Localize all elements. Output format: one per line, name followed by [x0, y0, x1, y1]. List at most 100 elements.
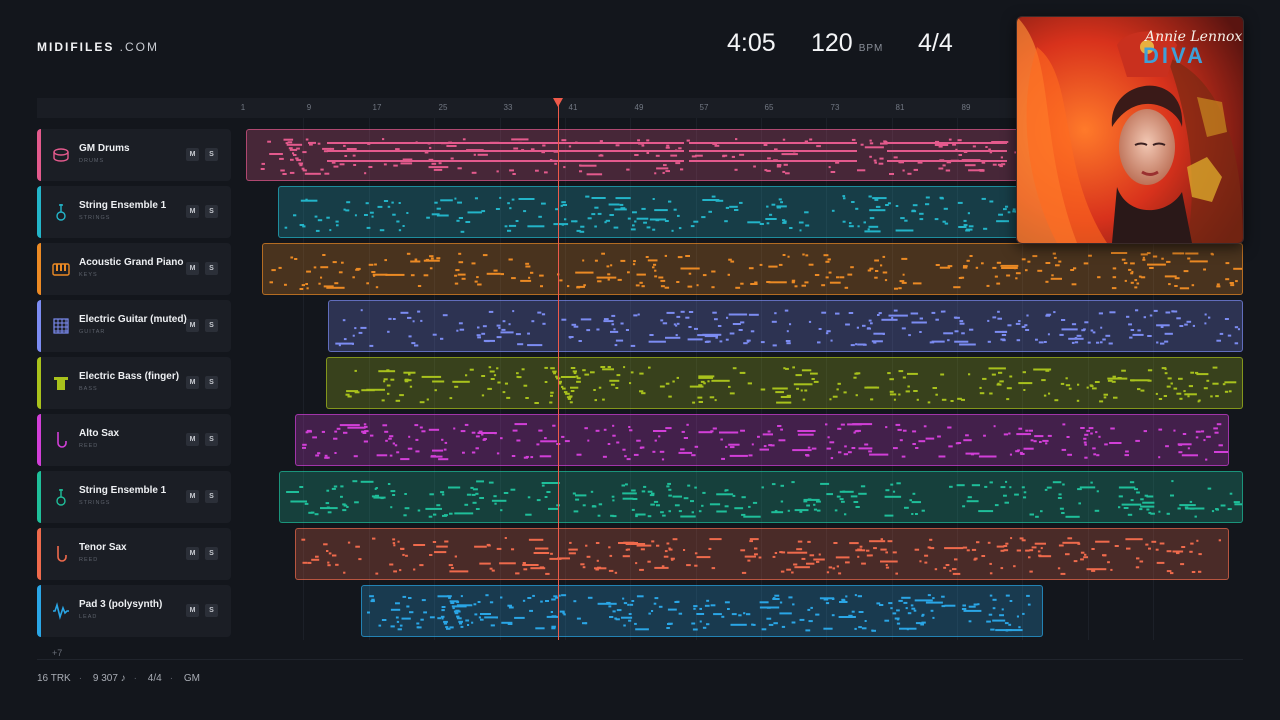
midi-note [630, 344, 636, 347]
midi-note [1061, 512, 1065, 514]
midi-note [901, 281, 907, 284]
solo-button[interactable]: S [205, 433, 218, 446]
midi-note [402, 158, 413, 161]
midi-note [1052, 481, 1062, 484]
midi-clip[interactable] [262, 243, 1243, 295]
solo-button[interactable]: S [205, 547, 218, 560]
track-name: String Ensemble 1 [79, 200, 167, 211]
track-header[interactable]: Pad 3 (polysynth) LEAD M S [37, 585, 231, 637]
mute-button[interactable]: M [186, 205, 199, 218]
midi-note [759, 606, 780, 609]
solo-button[interactable]: S [205, 376, 218, 389]
midi-note [817, 341, 821, 344]
midi-note [436, 207, 441, 210]
midi-note [1040, 510, 1043, 513]
midi-note [609, 554, 613, 557]
midi-note [1025, 549, 1030, 552]
midi-note [615, 144, 620, 147]
midi-clip[interactable] [279, 471, 1243, 523]
midi-note [890, 607, 893, 610]
midi-note [1165, 445, 1169, 448]
midi-note [828, 271, 832, 274]
solo-button[interactable]: S [205, 319, 218, 332]
midi-note [390, 490, 396, 493]
midi-note [500, 437, 503, 440]
solo-button[interactable]: S [205, 604, 218, 617]
midi-note [989, 562, 992, 565]
playhead[interactable] [558, 99, 559, 640]
midi-note [1071, 283, 1077, 286]
midi-clip[interactable] [326, 357, 1243, 409]
track-header[interactable]: String Ensemble 1 STRINGS M S [37, 471, 231, 523]
midi-note [315, 555, 319, 558]
midi-note [628, 426, 631, 428]
midi-note [573, 325, 579, 328]
brand-logo[interactable]: MIDIFILES .COM [37, 40, 159, 54]
more-tracks-indicator[interactable]: +7 [52, 648, 62, 658]
midi-clip[interactable] [295, 528, 1229, 580]
midi-note [799, 618, 805, 621]
midi-note [646, 152, 650, 154]
mute-button[interactable]: M [186, 319, 199, 332]
playhead-handle[interactable] [553, 98, 563, 107]
midi-note [730, 260, 735, 263]
midi-note [811, 378, 815, 380]
midi-note [575, 141, 578, 144]
midi-note [929, 547, 935, 550]
midi-note [823, 254, 829, 257]
midi-note [1031, 546, 1037, 549]
track-header[interactable]: GM Drums DRUMS M S [37, 129, 231, 181]
solo-button[interactable]: S [205, 205, 218, 218]
midi-note [441, 142, 449, 145]
midi-note [1061, 319, 1066, 321]
midi-note [559, 610, 565, 613]
midi-note [851, 138, 856, 141]
midi-note [354, 214, 357, 217]
midi-note [396, 620, 400, 623]
solo-button[interactable]: S [205, 262, 218, 275]
mute-button[interactable]: M [186, 148, 199, 161]
midi-note [601, 252, 605, 255]
midi-note [782, 221, 787, 224]
mute-button[interactable]: M [186, 490, 199, 503]
midi-note [996, 220, 1009, 223]
mute-button[interactable]: M [186, 604, 199, 617]
midi-note [610, 330, 619, 333]
track-header[interactable]: Acoustic Grand Piano KEYS M S [37, 243, 231, 295]
midi-note [456, 615, 460, 618]
midi-note [774, 312, 777, 315]
mute-button[interactable]: M [186, 262, 199, 275]
midi-note [347, 395, 352, 398]
note-pattern [335, 309, 1240, 347]
track-header[interactable]: Alto Sax REED M S [37, 414, 231, 466]
midi-note [979, 392, 985, 395]
mute-button[interactable]: M [186, 376, 199, 389]
midi-note [944, 547, 964, 550]
solo-button[interactable]: S [205, 148, 218, 161]
midi-note [1029, 513, 1034, 516]
midi-note [551, 159, 556, 162]
midi-note [1187, 257, 1191, 260]
midi-note [695, 154, 703, 157]
midi-clip[interactable] [361, 585, 1043, 637]
track-header[interactable]: Electric Guitar (muted) GUITAR M S [37, 300, 231, 352]
midi-note [352, 276, 355, 279]
midi-clip[interactable] [328, 300, 1243, 352]
midi-note [855, 343, 858, 346]
mute-button[interactable]: M [186, 433, 199, 446]
track-header[interactable]: Tenor Sax REED M S [37, 528, 231, 580]
mute-button[interactable]: M [186, 547, 199, 560]
midi-note [700, 380, 705, 383]
midi-note [671, 229, 674, 232]
midi-clip[interactable] [295, 414, 1229, 466]
midi-note [434, 389, 437, 392]
midi-note [780, 500, 784, 503]
solo-button[interactable]: S [205, 490, 218, 503]
midi-note [539, 274, 544, 277]
midi-note [952, 572, 961, 575]
track-header[interactable]: Electric Bass (finger) BASS M S [37, 357, 231, 409]
midi-note [747, 559, 751, 562]
midi-note [768, 281, 787, 284]
track-header[interactable]: String Ensemble 1 STRINGS M S [37, 186, 231, 238]
midi-note [456, 219, 460, 222]
